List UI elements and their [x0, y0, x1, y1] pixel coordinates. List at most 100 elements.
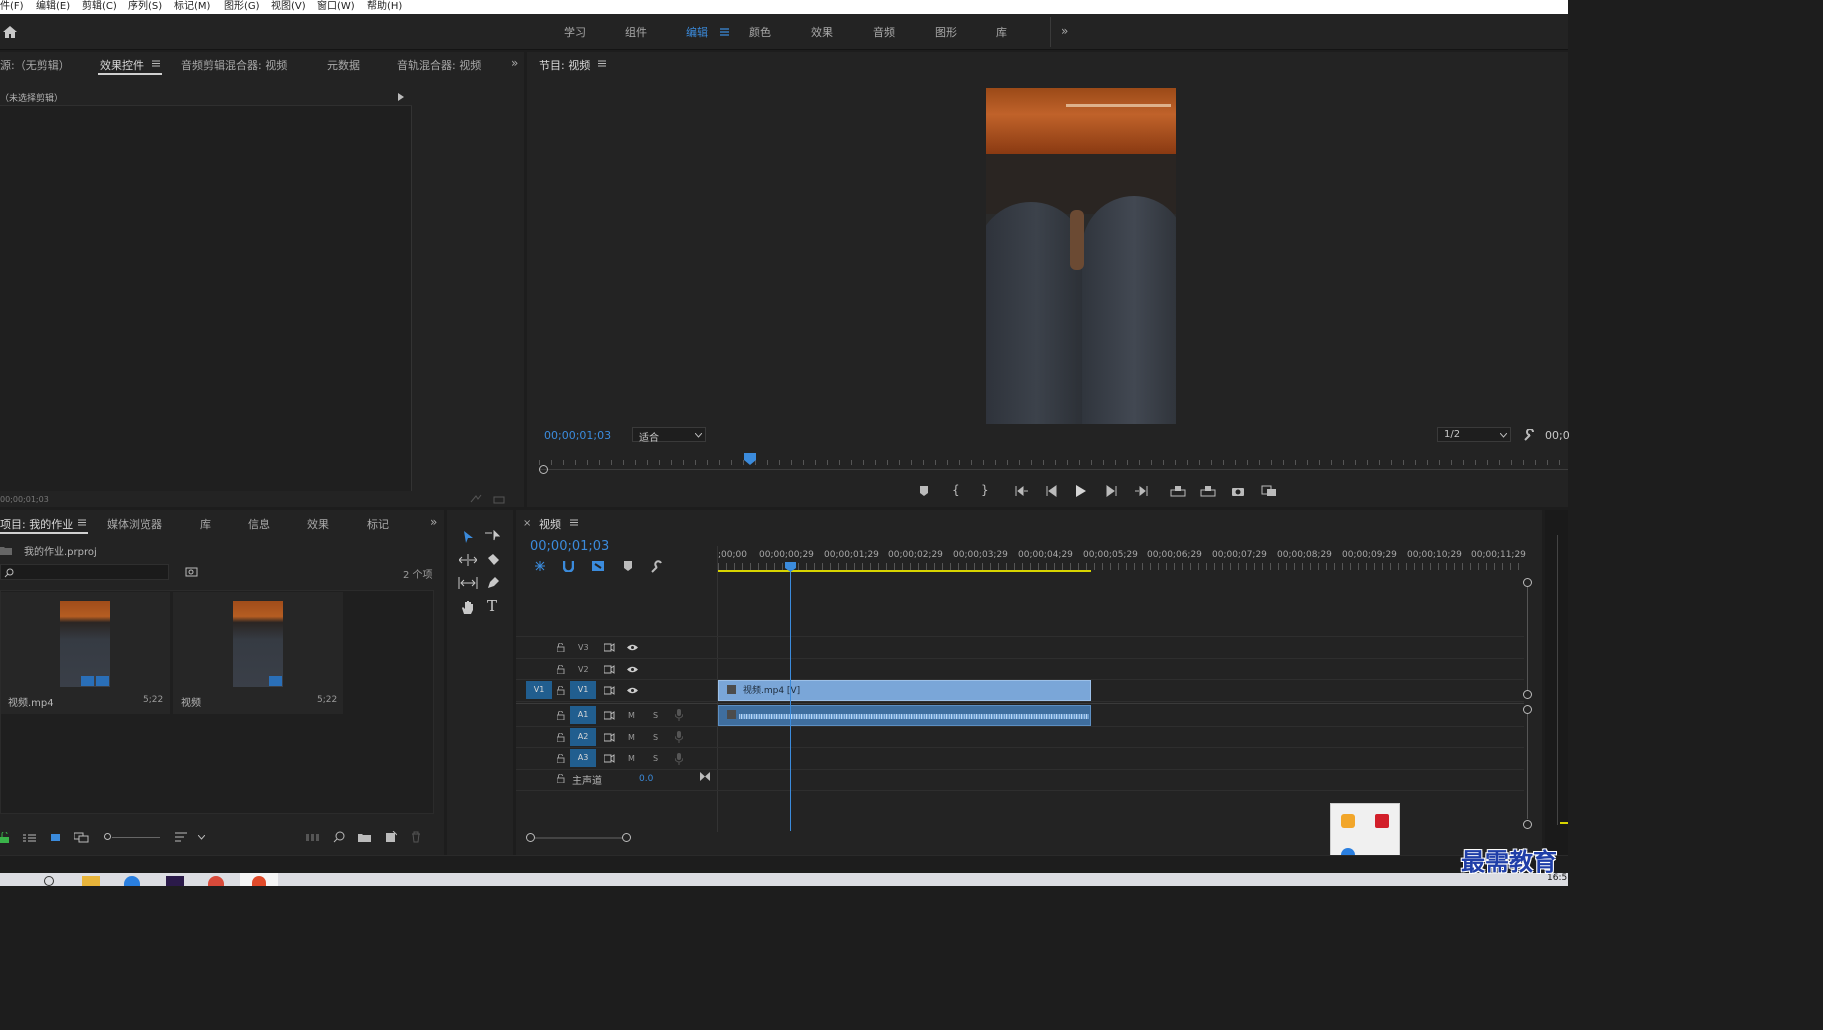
tab-markers[interactable]: 标记 — [367, 516, 389, 532]
sync-lock-icon[interactable] — [604, 665, 615, 674]
audio-clip[interactable] — [718, 705, 1091, 726]
project-item[interactable]: 视频.mp4 5;22 — [1, 592, 170, 714]
workspace-more-icon[interactable]: » — [1061, 24, 1068, 38]
lock-icon[interactable] — [557, 686, 565, 695]
resolution-dropdown[interactable]: 1/2 — [1437, 427, 1511, 442]
project-search-input[interactable] — [0, 564, 169, 580]
workspace-assembly[interactable]: 组件 — [625, 24, 647, 40]
mark-out-icon[interactable]: } — [981, 483, 989, 497]
solo-button[interactable]: S — [653, 754, 658, 763]
lock-icon[interactable] — [557, 733, 565, 742]
track-select-tool-icon[interactable] — [484, 530, 500, 544]
lock-icon[interactable] — [557, 774, 565, 783]
wrench-icon[interactable] — [1523, 429, 1535, 441]
video-scrollbar[interactable] — [1527, 587, 1528, 690]
tray-app-icon[interactable] — [1375, 814, 1389, 828]
type-tool-icon[interactable]: T — [487, 597, 497, 615]
lock-icon[interactable] — [557, 711, 565, 720]
sync-lock-icon[interactable] — [604, 754, 615, 763]
selection-tool-icon[interactable] — [461, 530, 475, 544]
snap-icon[interactable] — [563, 560, 574, 572]
track-label-a3[interactable]: A3 — [570, 749, 596, 767]
sync-lock-icon[interactable] — [604, 686, 615, 695]
sort-icon[interactable] — [175, 832, 188, 842]
fit-dropdown[interactable]: 适合 — [632, 427, 706, 444]
track-label-v1[interactable]: V1 — [570, 681, 596, 699]
freeform-view-icon[interactable] — [74, 832, 89, 843]
sync-lock-icon[interactable] — [604, 733, 615, 742]
time-ruler[interactable]: ;00;00 00;00;00;29 00;00;01;29 00;00;02;… — [718, 546, 1526, 576]
workspace-learn[interactable]: 学习 — [564, 24, 586, 40]
tab-libraries[interactable]: 库 — [200, 516, 211, 532]
tab-info[interactable]: 信息 — [248, 516, 270, 532]
eye-icon[interactable] — [627, 644, 638, 651]
taskbar-browser-icon[interactable] — [124, 876, 140, 886]
automate-to-sequence-icon[interactable] — [305, 832, 320, 842]
eye-icon[interactable] — [627, 687, 638, 694]
panel-menu-icon[interactable] — [570, 519, 578, 526]
tab-project[interactable]: 项目: 我的作业 — [0, 516, 73, 532]
close-icon[interactable]: × — [523, 518, 531, 529]
workspace-libraries[interactable]: 库 — [996, 24, 1007, 40]
expand-arrow-icon[interactable] — [398, 93, 404, 101]
step-forward-icon[interactable] — [1106, 485, 1118, 497]
work-area-bar[interactable] — [718, 570, 1091, 572]
tab-audio-clip-mixer[interactable]: 音频剪辑混合器: 视频 — [181, 57, 287, 73]
search-icon[interactable] — [44, 876, 54, 886]
tab-source[interactable]: 源:（无剪辑） — [0, 57, 70, 73]
hand-tool-icon[interactable] — [460, 599, 476, 615]
new-item-icon[interactable] — [386, 831, 397, 842]
pen-tool-icon[interactable] — [486, 576, 500, 590]
go-to-end-icon[interactable] — [700, 772, 710, 781]
filter-icon[interactable] — [470, 494, 482, 504]
mute-button[interactable]: M — [628, 733, 635, 742]
menu-file[interactable]: 件(F) — [0, 0, 24, 13]
microphone-icon[interactable] — [675, 731, 683, 743]
video-scroll-bottom[interactable] — [1523, 690, 1532, 699]
ripple-edit-tool-icon[interactable] — [459, 553, 477, 567]
taskbar-premiere-icon[interactable] — [166, 876, 184, 886]
linked-selection-icon[interactable] — [591, 560, 605, 572]
tab-metadata[interactable]: 元数据 — [327, 57, 360, 73]
microphone-icon[interactable] — [675, 709, 683, 721]
find-icon[interactable] — [333, 831, 345, 843]
lock-icon[interactable] — [0, 832, 10, 843]
tab-media-browser[interactable]: 媒体浏览器 — [107, 516, 162, 532]
program-playhead[interactable] — [743, 452, 757, 466]
chevron-down-icon[interactable] — [198, 835, 205, 840]
lift-icon[interactable] — [1170, 485, 1186, 497]
audio-scrollbar[interactable] — [1527, 714, 1528, 819]
panel-menu-icon[interactable] — [598, 60, 606, 67]
tray-app-icon[interactable] — [1341, 814, 1355, 828]
mute-button[interactable]: M — [628, 754, 635, 763]
timeline-timecode[interactable]: 00;00;01;03 — [530, 539, 609, 554]
zoom-slider[interactable] — [104, 832, 160, 842]
new-bin-icon[interactable] — [358, 832, 371, 842]
step-back-icon[interactable] — [1045, 485, 1057, 497]
program-mini-ruler[interactable] — [539, 455, 1568, 467]
menu-view[interactable]: 视图(V) — [271, 0, 306, 13]
panel-overflow-icon[interactable]: » — [430, 515, 437, 529]
track-label-v3[interactable]: V3 — [578, 643, 589, 652]
menu-window[interactable]: 窗口(W) — [317, 0, 355, 13]
lock-icon[interactable] — [557, 665, 565, 674]
workspace-color[interactable]: 颜色 — [749, 24, 771, 40]
program-timecode[interactable]: 00;00;01;03 — [544, 429, 611, 442]
razor-tool-icon[interactable] — [486, 553, 500, 567]
solo-button[interactable]: S — [653, 711, 658, 720]
add-marker-icon[interactable] — [623, 560, 633, 572]
go-to-in-icon[interactable] — [1015, 485, 1029, 497]
workspace-graphics[interactable]: 图形 — [935, 24, 957, 40]
button-editor-icon[interactable] — [1261, 485, 1277, 497]
home-icon[interactable] — [2, 25, 18, 39]
marker-icon[interactable] — [919, 485, 929, 497]
tab-effects[interactable]: 效果 — [307, 516, 329, 532]
mark-in-icon[interactable]: { — [952, 483, 960, 497]
lock-icon[interactable] — [557, 754, 565, 763]
list-view-icon[interactable] — [23, 833, 36, 843]
project-item[interactable]: 视频 5;22 — [173, 592, 343, 714]
nest-toggle-icon[interactable] — [534, 560, 546, 572]
sync-lock-icon[interactable] — [604, 643, 615, 652]
menu-sequence[interactable]: 序列(S) — [128, 0, 162, 13]
mute-button[interactable]: M — [628, 711, 635, 720]
